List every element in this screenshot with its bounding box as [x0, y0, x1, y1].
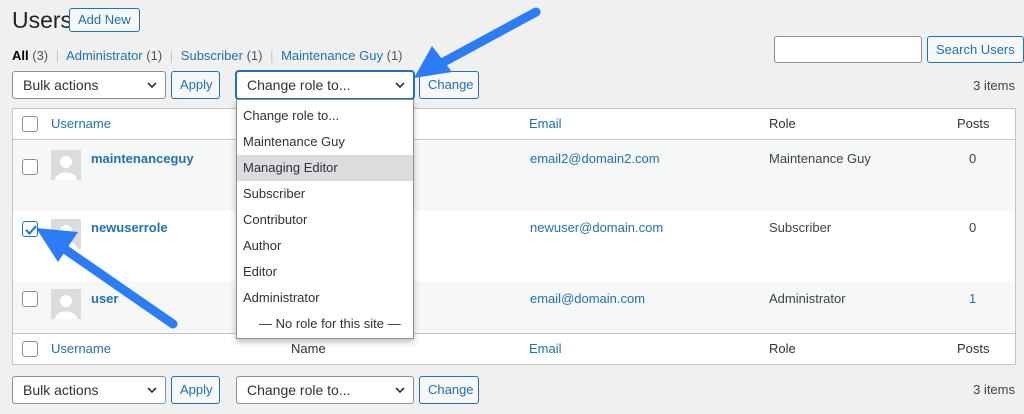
column-username-footer[interactable]: Username — [51, 341, 111, 356]
select-all-checkbox[interactable] — [22, 116, 38, 132]
posts-count-link[interactable]: 1 — [969, 291, 976, 306]
role-value: Administrator — [769, 291, 846, 306]
column-username[interactable]: Username — [51, 116, 111, 131]
role-option[interactable]: Author — [237, 233, 413, 259]
change-role-value: Change role to... — [247, 77, 351, 93]
search-input[interactable] — [774, 36, 922, 63]
filter-subscriber-count: (1) — [246, 48, 263, 63]
table-header-row: Username Email Role Posts — [13, 109, 1015, 140]
row-checkbox[interactable] — [22, 159, 38, 175]
column-name-footer: Name — [291, 341, 326, 356]
change-role-value: Change role to... — [247, 382, 351, 398]
role-option[interactable]: Administrator — [237, 285, 413, 311]
column-posts-footer: Posts — [957, 341, 990, 356]
avatar-placeholder-icon — [55, 156, 77, 180]
chevron-down-icon — [147, 387, 157, 394]
column-email[interactable]: Email — [529, 116, 562, 131]
table-row: maintenanceguy email2@domain2.com Mainte… — [13, 141, 1015, 211]
role-option[interactable]: Subscriber — [237, 181, 413, 207]
bulk-actions-select-top[interactable]: Bulk actions — [12, 71, 166, 99]
posts-count: 0 — [969, 220, 977, 235]
role-option[interactable]: Maintenance Guy — [237, 129, 413, 155]
apply-button-top[interactable]: Apply — [171, 71, 220, 99]
change-button-bottom[interactable]: Change — [419, 376, 479, 404]
role-option[interactable]: Contributor — [237, 207, 413, 233]
filter-subscriber[interactable]: Subscriber — [181, 48, 243, 63]
column-role: Role — [769, 116, 796, 131]
add-new-button[interactable]: Add New — [69, 8, 140, 32]
apply-button-bottom[interactable]: Apply — [171, 376, 220, 404]
role-option[interactable]: Editor — [237, 259, 413, 285]
page-title: Users — [12, 7, 73, 33]
select-all-checkbox-footer[interactable] — [22, 341, 38, 357]
filter-separator: | — [55, 48, 60, 63]
change-role-select-bottom[interactable]: Change role to... — [236, 376, 414, 404]
role-option[interactable]: — No role for this site — — [237, 311, 413, 337]
role-value: Subscriber — [769, 220, 832, 235]
column-role-footer: Role — [769, 341, 796, 356]
bulk-actions-value: Bulk actions — [23, 382, 99, 398]
filter-maintenance-guy-count: (1) — [386, 48, 403, 63]
email-link[interactable]: email2@domain2.com — [530, 151, 660, 166]
search-users-button[interactable]: Search Users — [927, 36, 1024, 63]
filter-administrator-count: (1) — [146, 48, 163, 63]
role-value: Maintenance Guy — [769, 151, 871, 166]
posts-count: 0 — [969, 151, 977, 166]
bulk-actions-select-bottom[interactable]: Bulk actions — [12, 376, 166, 404]
change-role-select-top[interactable]: Change role to... — [236, 71, 414, 99]
filter-all[interactable]: All — [12, 48, 29, 63]
items-count-top: 3 items — [973, 78, 1015, 93]
table-footer-row: Username Name Email Role Posts — [13, 333, 1015, 364]
column-email-footer[interactable]: Email — [529, 341, 562, 356]
avatar — [51, 150, 81, 180]
filter-all-count: (3) — [32, 48, 49, 63]
bulk-actions-value: Bulk actions — [23, 77, 99, 93]
filter-separator: | — [270, 48, 274, 63]
callout-arrow-top — [414, 7, 541, 78]
email-link[interactable]: newuser@domain.com — [530, 220, 663, 235]
chevron-down-icon — [395, 387, 405, 394]
user-role-filters: All (3) | Administrator (1) | Subscriber… — [12, 48, 403, 63]
filter-maintenance-guy[interactable]: Maintenance Guy — [281, 48, 383, 63]
items-count-bottom: 3 items — [973, 382, 1015, 397]
callout-arrow-bottom — [36, 228, 178, 329]
username-link[interactable]: maintenanceguy — [91, 151, 194, 166]
filter-administrator[interactable]: Administrator — [66, 48, 143, 63]
email-link[interactable]: email@domain.com — [530, 291, 645, 306]
role-option-highlighted[interactable]: Managing Editor — [237, 155, 413, 181]
chevron-down-icon — [147, 82, 157, 89]
change-role-dropdown: Change role to... Maintenance Guy Managi… — [236, 99, 414, 339]
filter-separator: | — [169, 48, 174, 63]
column-posts: Posts — [957, 116, 990, 131]
role-option[interactable]: Change role to... — [237, 103, 413, 129]
